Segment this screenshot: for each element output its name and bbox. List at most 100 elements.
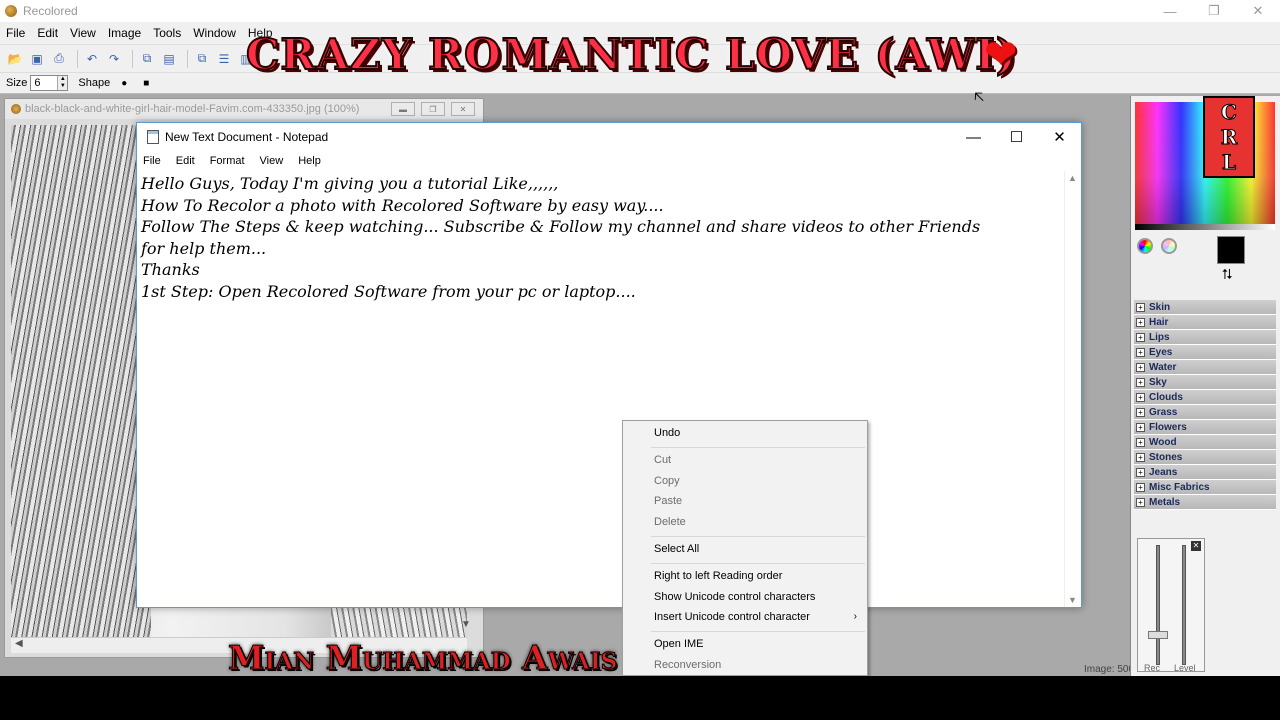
ctx-show-unicode[interactable]: Show Unicode control characters [654,591,815,603]
swap-colors-icon[interactable]: ⮁ [1221,266,1232,283]
ctx-reconversion[interactable]: Reconversion [654,659,721,671]
crl-logo: C R L [1203,96,1255,178]
notepad-menu-edit[interactable]: Edit [176,155,195,167]
app-title: Recolored [23,4,78,18]
notepad-close-button[interactable]: ✕ [1038,123,1081,151]
scroll-up-arrow-icon[interactable]: ▲ [1068,173,1077,183]
app-icon [5,5,17,17]
expand-icon: + [1136,497,1145,507]
menu-window[interactable]: Window [193,26,236,40]
image-icon [11,104,21,114]
expand-icon: + [1136,467,1145,477]
category-lips[interactable]: + Lips [1134,330,1276,345]
ctx-copy[interactable]: Copy [654,475,680,487]
rec-slider-handle[interactable] [1148,631,1168,639]
adjustment-sliders: ✕ Rec Level [1137,538,1205,673]
image-size-status: Image: 500 [1084,664,1135,675]
image-close-button[interactable]: ✕ [451,102,475,116]
notepad-menu-help[interactable]: Help [298,155,321,167]
color-wheel-icon[interactable] [1137,238,1153,254]
category-eyes[interactable]: + Eyes [1134,345,1276,360]
category-sky[interactable]: + Sky [1134,375,1276,390]
square-shape-icon[interactable]: ■ [143,78,149,89]
expand-icon: + [1136,407,1145,417]
toolbar-divider [132,49,133,68]
notepad-menu-view[interactable]: View [260,155,284,167]
overlay-author: Mian Muhammad Awais [227,638,618,678]
notepad-maximize-button[interactable]: ☐ [995,123,1038,151]
foreground-color-swatch[interactable] [1217,236,1245,264]
toolbar-divider [77,49,78,68]
category-label: Skin [1149,301,1171,313]
ctx-insert-unicode[interactable]: Insert Unicode control character [654,611,810,623]
menu-view[interactable]: View [70,26,96,40]
close-sliders-icon[interactable]: ✕ [1191,541,1201,551]
open-icon[interactable]: 📂 [6,50,24,68]
size-spinner[interactable]: ▲ ▼ [57,76,68,90]
category-metals[interactable]: + Metals [1134,495,1276,510]
grayscale-strip[interactable] [1135,224,1275,230]
redo-icon[interactable]: ↷ [105,50,123,68]
minimize-button[interactable]: — [1148,0,1192,22]
copy-icon[interactable]: ⧉ [138,50,156,68]
category-stones[interactable]: + Stones [1134,450,1276,465]
category-jeans[interactable]: + Jeans [1134,465,1276,480]
tile-horizontal-icon[interactable]: ☰ [215,50,233,68]
level-slider-track[interactable] [1182,545,1186,665]
category-label: Misc Fabrics [1149,481,1210,493]
notepad-menubar: File Edit Format View Help [137,151,1081,171]
cascade-icon[interactable]: ⧉ [193,50,211,68]
category-water[interactable]: + Water [1134,360,1276,375]
close-button[interactable]: ✕ [1236,0,1280,22]
rec-slider-track[interactable] [1156,545,1160,665]
menu-file[interactable]: File [6,26,25,40]
menu-tools[interactable]: Tools [153,26,181,40]
level-label: Level [1174,663,1196,673]
category-label: Lips [1149,331,1170,343]
scroll-down-arrow-icon[interactable]: ▼ [1068,595,1077,605]
print-icon[interactable]: ⎙ [50,50,68,68]
notepad-titlebar: New Text Document - Notepad — ☐ ✕ [137,123,1081,151]
ctx-open-ime[interactable]: Open IME [654,638,704,650]
save-icon[interactable]: ▣ [28,50,46,68]
logo-letter: C [1221,99,1238,124]
menu-edit[interactable]: Edit [37,26,58,40]
notepad-menu-format[interactable]: Format [210,155,245,167]
size-input[interactable]: 6 ▲ ▼ [30,75,69,91]
undo-icon[interactable]: ↶ [83,50,101,68]
category-skin[interactable]: + Skin [1134,300,1276,315]
paste-icon[interactable]: ▤ [160,50,178,68]
expand-icon: + [1136,377,1145,387]
shape-label: Shape [78,77,111,89]
ctx-rtl-reading[interactable]: Right to left Reading order [654,570,782,582]
image-restore-button[interactable]: ❐ [421,102,445,116]
category-hair[interactable]: + Hair [1134,315,1276,330]
category-list: + Skin + Hair + Lips + Eyes + Water + Sky + Clo… [1134,300,1276,510]
category-label: Flowers [1149,421,1187,433]
notepad-text-area[interactable]: Hello Guys, Today I'm giving you a tutor… [141,173,1061,303]
image-window-title: black-black-and-white-girl-hair-model-Fa… [25,103,360,115]
ctx-cut[interactable]: Cut [654,454,671,466]
category-flowers[interactable]: + Flowers [1134,420,1276,435]
maximize-button[interactable]: ❐ [1192,0,1236,22]
notepad-vertical-scrollbar[interactable]: ▲ ▼ [1064,171,1081,607]
notepad-minimize-button[interactable]: — [952,123,995,151]
category-clouds[interactable]: + Clouds [1134,390,1276,405]
expand-icon: + [1136,437,1145,447]
ctx-undo[interactable]: Undo [654,427,680,439]
ctx-delete[interactable]: Delete [654,516,686,528]
image-minimize-button[interactable]: ▬ [391,102,415,116]
circle-shape-icon[interactable]: ● [121,78,127,89]
scroll-down-arrow-icon[interactable]: ▼ [461,619,475,635]
category-label: Hair [1149,316,1169,328]
category-misc-fabrics[interactable]: + Misc Fabrics [1134,480,1276,495]
pastel-wheel-icon[interactable] [1161,238,1177,254]
ctx-select-all[interactable]: Select All [654,543,699,555]
category-wood[interactable]: + Wood [1134,435,1276,450]
menu-image[interactable]: Image [108,26,141,40]
notepad-menu-file[interactable]: File [143,155,161,167]
ctx-paste[interactable]: Paste [654,495,682,507]
category-grass[interactable]: + Grass [1134,405,1276,420]
mouse-cursor-icon: 🡤 [974,89,985,106]
heart-icon: ❤ [984,33,1018,77]
